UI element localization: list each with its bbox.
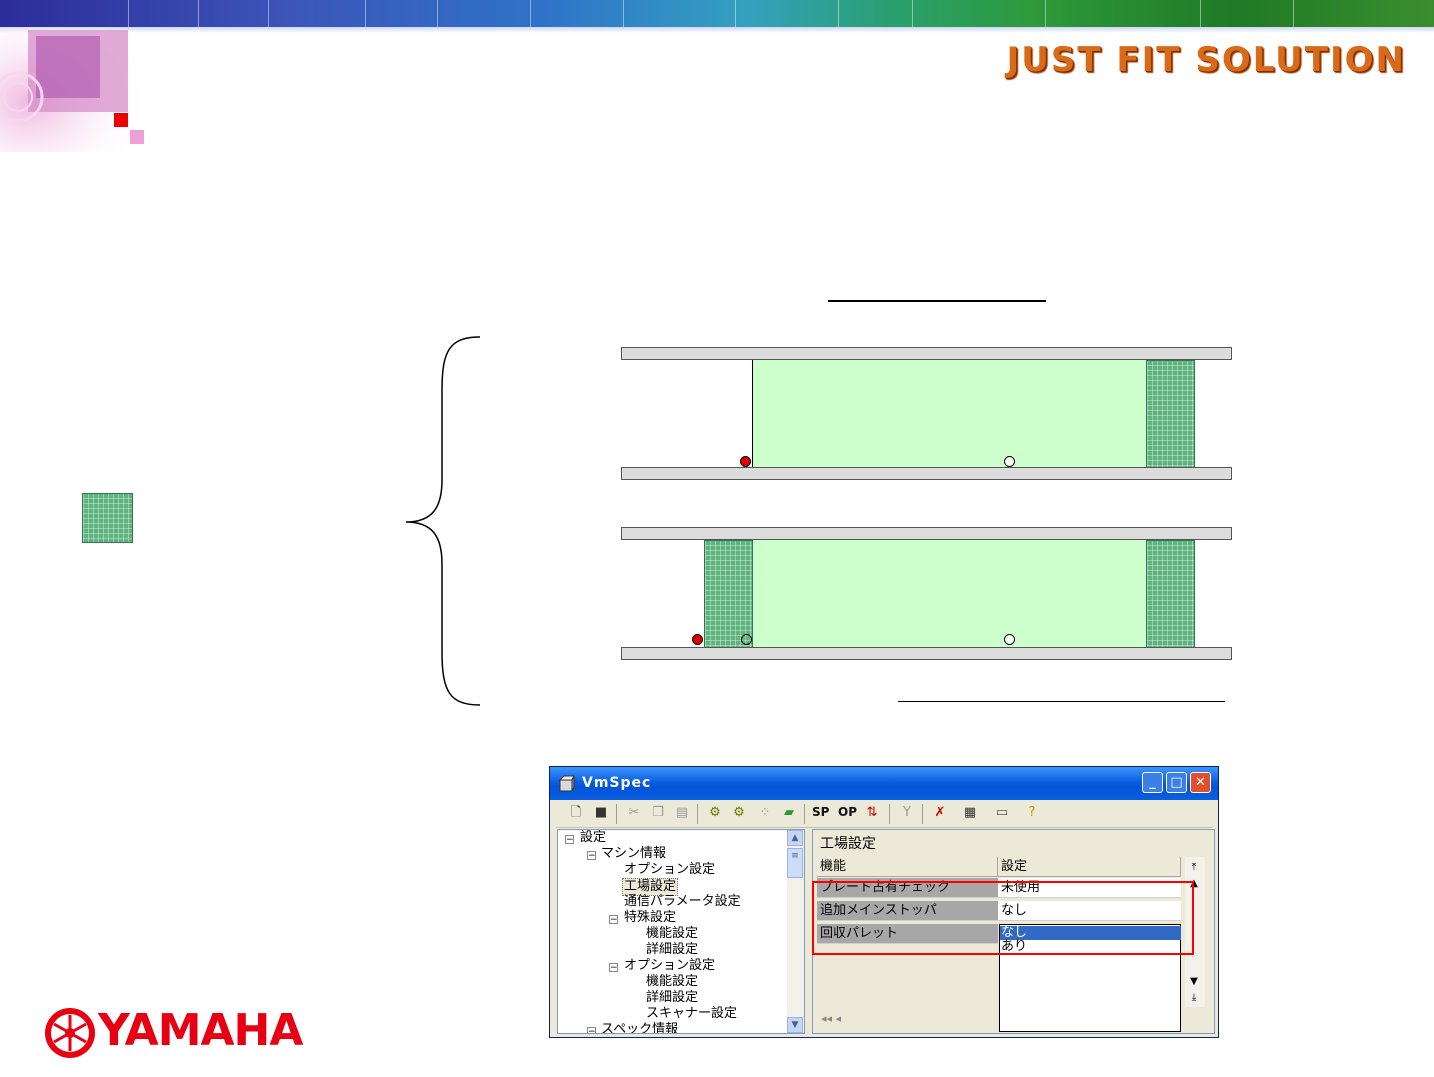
- tree-item[interactable]: オプション設定: [624, 958, 715, 974]
- horizontal-scroll-left-icon[interactable]: ◂◂ ◂: [821, 1012, 857, 1028]
- tree-item[interactable]: 詳細設定: [646, 990, 698, 1006]
- toolbar: 🗋 ■ ✂ ❐ ▤ ⚙ ⚙ ⁘ ▰ SP OP ⇅ Y ✗ ▦ ▭ ?: [556, 801, 1212, 828]
- close-button[interactable]: ✕: [1190, 772, 1211, 793]
- grid-icon[interactable]: ⁘: [755, 803, 775, 823]
- tree-scrollbar[interactable]: ▲ ≡ ▼: [787, 830, 804, 1033]
- column-header-setting[interactable]: 設定: [998, 857, 1181, 877]
- note-underline: [898, 701, 1225, 702]
- recovery-pallet: [704, 540, 753, 648]
- app-icon: [558, 775, 575, 792]
- title-underline: [828, 300, 1046, 302]
- keyboard-icon[interactable]: ▭: [992, 803, 1012, 823]
- op-button[interactable]: OP: [838, 805, 857, 819]
- pallet-legend-icon: [82, 493, 133, 543]
- disconnect-icon[interactable]: ✗: [930, 803, 950, 823]
- conveyor-rail-top: [621, 527, 1232, 540]
- minimize-button[interactable]: _: [1142, 772, 1163, 793]
- tree-item[interactable]: 機能設定: [646, 974, 698, 990]
- tree-item[interactable]: 詳細設定: [646, 942, 698, 958]
- maximize-button[interactable]: □: [1166, 772, 1187, 793]
- backup-pallet: [1146, 360, 1195, 468]
- yamaha-logo-text: YAMAHA: [98, 1005, 303, 1056]
- brace-icon: [405, 336, 481, 706]
- board: [752, 540, 1147, 648]
- window-titlebar[interactable]: VmSpec _ □ ✕: [550, 767, 1218, 800]
- tree-item[interactable]: 通信パラメータ設定: [624, 894, 741, 910]
- header-shadow: [0, 27, 1434, 33]
- tree-item[interactable]: 機能設定: [646, 926, 698, 942]
- conveyor-rail-top: [621, 347, 1232, 360]
- gear-icon[interactable]: ⚙: [705, 803, 725, 823]
- sensor-dot-icon: [1004, 634, 1015, 645]
- transfer-icon[interactable]: ⇅: [862, 803, 882, 823]
- sensor-dot-icon: [1004, 456, 1015, 467]
- nozzle-icon[interactable]: Y: [897, 803, 917, 823]
- header-band: [0, 0, 1434, 27]
- yamaha-emblem-icon: [45, 1008, 95, 1058]
- stopper-dot-icon: [740, 456, 751, 467]
- scroll-top-icon[interactable]: ⤒: [1187, 861, 1201, 875]
- chip-icon[interactable]: ▦: [960, 803, 980, 823]
- tree-item[interactable]: マシン情報: [601, 846, 666, 862]
- sp-button[interactable]: SP: [812, 805, 829, 819]
- conveyor-rail-bottom: [621, 467, 1232, 480]
- board-icon[interactable]: ▰: [779, 803, 799, 823]
- copy-icon[interactable]: ❐: [648, 803, 668, 823]
- tree-item[interactable]: オプション設定: [624, 862, 715, 878]
- tree-collapse-icon[interactable]: −: [565, 835, 574, 845]
- tree-item[interactable]: 設定: [580, 830, 606, 846]
- scroll-down-icon[interactable]: ▼: [787, 1017, 803, 1033]
- stopper-dot-icon: [692, 634, 703, 645]
- tree-collapse-icon[interactable]: −: [609, 915, 618, 925]
- paste-icon[interactable]: ▤: [672, 803, 692, 823]
- scroll-up-icon[interactable]: ▲: [787, 830, 803, 846]
- brand-title: JUST FIT SOLUTION: [1006, 40, 1406, 80]
- backup-pallet: [1146, 540, 1195, 648]
- scroll-thumb[interactable]: ≡: [787, 848, 803, 878]
- help-icon[interactable]: ?: [1022, 803, 1042, 823]
- scroll-down-icon[interactable]: ▼: [1187, 975, 1201, 989]
- new-file-icon[interactable]: 🗋: [566, 803, 586, 823]
- settings-tree: − 設定 − マシン情報 オプション設定 工場設定 通信パラメータ設定 − 特殊…: [557, 829, 805, 1034]
- board: [752, 360, 1148, 468]
- tree-item[interactable]: スペック情報: [601, 1022, 678, 1033]
- column-header-function[interactable]: 機能: [817, 857, 998, 877]
- save-icon[interactable]: ■: [591, 803, 611, 823]
- tree-collapse-icon[interactable]: −: [587, 1027, 596, 1033]
- sensor-dot-icon: [741, 634, 752, 645]
- conveyor-rail-bottom: [621, 647, 1232, 660]
- gear-check-icon[interactable]: ⚙: [729, 803, 749, 823]
- tree-collapse-icon[interactable]: −: [609, 963, 618, 973]
- panel-title: 工場設定: [820, 836, 876, 852]
- tree-item[interactable]: スキャナー設定: [646, 1006, 737, 1022]
- scroll-bottom-icon[interactable]: ⤓: [1187, 991, 1201, 1005]
- corner-decoration: [0, 27, 150, 152]
- cut-icon[interactable]: ✂: [624, 803, 644, 823]
- window-title: VmSpec: [582, 775, 652, 791]
- tree-item[interactable]: 特殊設定: [624, 910, 676, 926]
- highlight-rectangle: [812, 881, 1194, 955]
- tree-collapse-icon[interactable]: −: [587, 851, 596, 861]
